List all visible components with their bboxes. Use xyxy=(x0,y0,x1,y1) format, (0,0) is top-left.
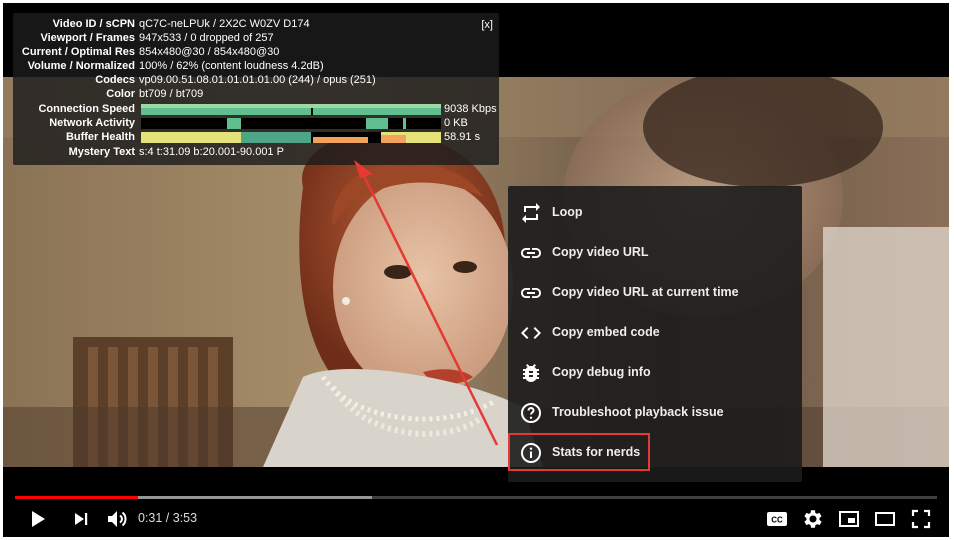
stats-label: Buffer Health xyxy=(65,131,135,143)
annotation-highlight-box xyxy=(508,433,650,471)
stats-label: Volume / Normalized xyxy=(27,60,135,72)
link-icon xyxy=(521,248,541,258)
cc-icon: CC xyxy=(767,512,787,526)
stats-label: Network Activity xyxy=(49,117,135,129)
network-activity-graph xyxy=(141,118,441,129)
menu-item-troubleshoot[interactable]: Troubleshoot playback issue xyxy=(508,393,802,433)
stats-row-network-activity: Network Activity 0 KB xyxy=(13,116,499,130)
play-icon xyxy=(32,511,45,527)
stats-label: Mystery Text xyxy=(68,146,135,158)
link-icon xyxy=(521,288,541,298)
volume-icon xyxy=(108,511,127,527)
stats-label: Codecs xyxy=(95,74,135,86)
stats-value: qC7C-neLPUk / 2X2C W0ZV D174 xyxy=(139,18,310,30)
menu-item-copy-debug-info[interactable]: Copy debug info xyxy=(508,353,802,393)
buffer-health-graph xyxy=(141,132,441,143)
stats-value: 854x480@30 / 854x480@30 xyxy=(139,46,280,58)
stats-value: 9038 Kbps xyxy=(444,103,497,115)
stats-label: Connection Speed xyxy=(38,103,135,115)
question-icon xyxy=(521,403,541,423)
stats-row-connection-speed: Connection Speed 9038 Kbps xyxy=(13,102,499,116)
play-button[interactable] xyxy=(21,505,53,533)
menu-item-copy-video-url[interactable]: Copy video URL xyxy=(508,233,802,273)
miniplayer-button[interactable] xyxy=(833,505,865,533)
menu-item-label: Copy debug info xyxy=(552,365,651,379)
stats-row-color: Color bt709 / bt709 xyxy=(13,87,499,101)
stats-row-video-id: Video ID / sCPN qC7C-neLPUk / 2X2C W0ZV … xyxy=(13,17,499,31)
fullscreen-icon xyxy=(911,509,931,529)
gear-icon xyxy=(804,510,822,528)
theater-mode-button[interactable] xyxy=(869,505,901,533)
stats-label: Current / Optimal Res xyxy=(21,46,135,58)
stats-value: 0 KB xyxy=(444,117,468,129)
stats-value: vp09.00.51.08.01.01.01.01.00 (244) / opu… xyxy=(139,74,376,86)
stats-value: 100% / 62% (content loudness 4.2dB) xyxy=(139,60,324,72)
menu-item-copy-video-url-at-time[interactable]: Copy video URL at current time xyxy=(508,273,802,313)
stats-value: s:4 t:31.09 b:20.001-90.001 P xyxy=(139,146,284,158)
cc-label: CC xyxy=(771,516,783,525)
stats-value: 58.91 s xyxy=(444,131,481,143)
miniplayer-icon xyxy=(839,511,859,527)
video-player[interactable]: [x] Video ID / sCPN qC7C-neLPUk / 2X2C W… xyxy=(3,3,949,537)
bug-icon xyxy=(523,364,539,382)
menu-item-label: Troubleshoot playback issue xyxy=(552,405,724,419)
menu-item-label: Copy embed code xyxy=(552,325,660,339)
settings-button[interactable] xyxy=(797,505,829,533)
menu-item-copy-embed-code[interactable]: Copy embed code xyxy=(508,313,802,353)
stats-label: Viewport / Frames xyxy=(40,32,135,44)
volume-button[interactable] xyxy=(101,505,133,533)
next-button[interactable] xyxy=(65,505,97,533)
menu-item-loop[interactable]: Loop xyxy=(508,193,802,233)
stats-row-volume: Volume / Normalized 100% / 62% (content … xyxy=(13,59,499,73)
stats-label: Video ID / sCPN xyxy=(52,18,135,30)
stats-row-mystery-text: Mystery Text s:4 t:31.09 b:20.001-90.001… xyxy=(13,145,499,159)
subtitles-button[interactable]: CC xyxy=(761,505,793,533)
stats-for-nerds-panel: [x] Video ID / sCPN qC7C-neLPUk / 2X2C W… xyxy=(13,13,499,165)
loop-icon xyxy=(522,203,540,223)
stats-value: 947x533 / 0 dropped of 257 xyxy=(139,32,274,44)
stats-row-buffer-health: Buffer Health 58.91 s xyxy=(13,130,499,144)
theater-icon xyxy=(875,512,895,526)
connection-speed-graph xyxy=(141,104,441,115)
progress-played xyxy=(15,496,138,499)
menu-item-label: Loop xyxy=(552,205,583,219)
menu-item-label: Copy video URL xyxy=(552,245,649,259)
menu-item-label: Copy video URL at current time xyxy=(552,285,739,299)
stats-row-resolution: Current / Optimal Res 854x480@30 / 854x4… xyxy=(13,45,499,59)
code-icon xyxy=(521,327,541,339)
next-icon xyxy=(75,513,88,525)
progress-bar[interactable] xyxy=(15,496,937,499)
stats-value: bt709 / bt709 xyxy=(139,88,204,100)
stats-row-codecs: Codecs vp09.00.51.08.01.01.01.01.00 (244… xyxy=(13,73,499,87)
time-display: 0:31 / 3:53 xyxy=(138,511,198,525)
fullscreen-button[interactable] xyxy=(905,505,937,533)
stats-label: Color xyxy=(106,88,135,100)
stats-row-viewport: Viewport / Frames 947x533 / 0 dropped of… xyxy=(13,31,499,45)
